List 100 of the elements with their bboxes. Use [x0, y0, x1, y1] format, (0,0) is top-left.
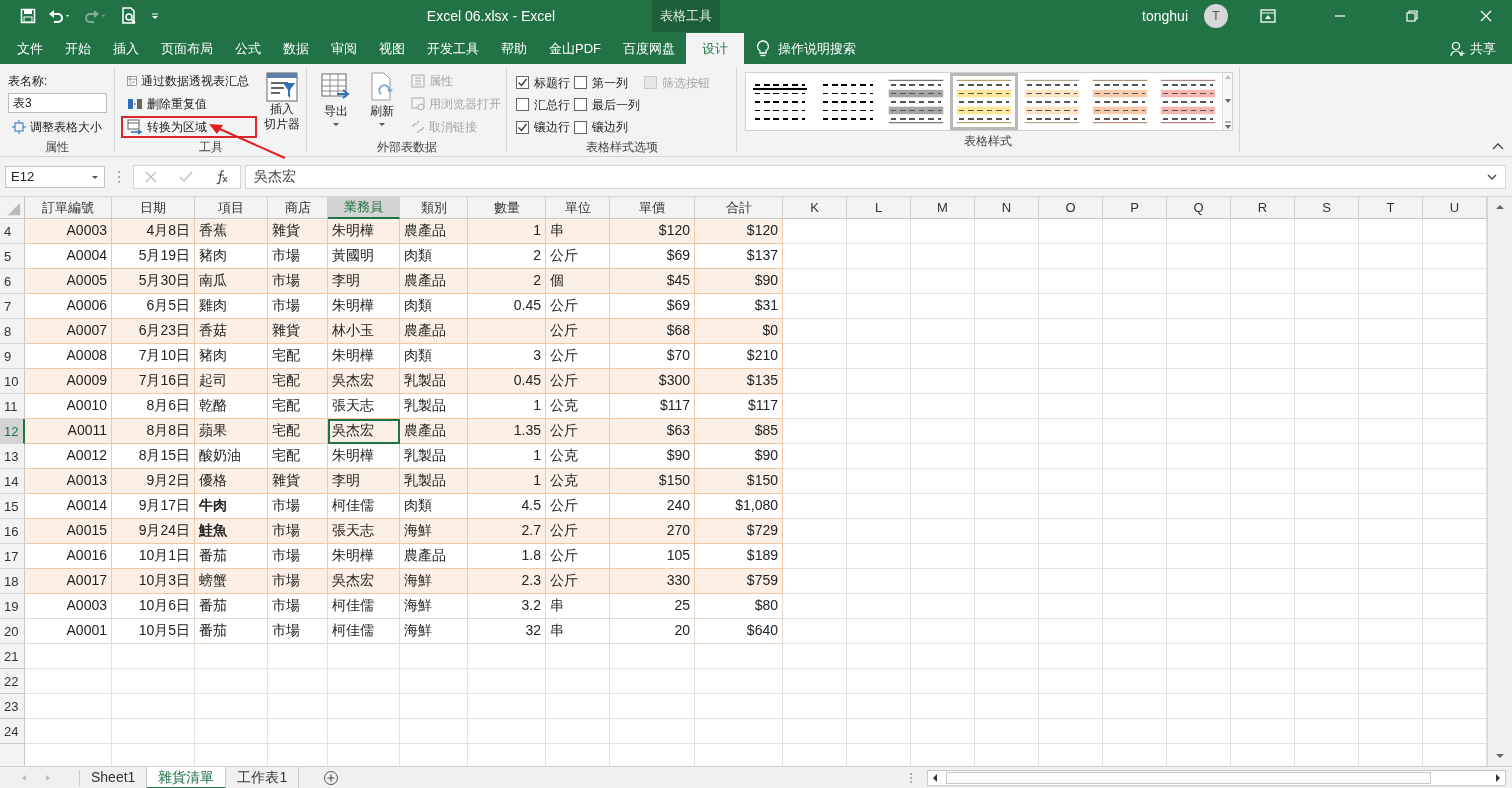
empty-cell[interactable]	[468, 644, 546, 669]
empty-cell[interactable]	[112, 669, 195, 694]
empty-cell[interactable]	[783, 644, 847, 669]
next-sheet-icon[interactable]	[44, 773, 52, 782]
empty-cell[interactable]	[1359, 694, 1423, 719]
empty-cell[interactable]	[1103, 694, 1167, 719]
empty-cell[interactable]	[546, 669, 610, 694]
drag-handle-icon[interactable]	[117, 169, 121, 184]
ribbon-tab[interactable]: 插入	[102, 33, 150, 64]
empty-cell[interactable]	[783, 694, 847, 719]
column-header[interactable]: 單位	[546, 197, 610, 219]
empty-cell[interactable]	[268, 644, 328, 669]
empty-cell[interactable]	[1039, 644, 1103, 669]
ribbon-tab[interactable]: 审阅	[320, 33, 368, 64]
row-header[interactable]: 21	[0, 644, 25, 669]
scroll-down-icon[interactable]	[1223, 97, 1232, 105]
ribbon-button[interactable]: 导出	[315, 68, 357, 138]
ribbon-button[interactable]: 刷新	[361, 68, 403, 138]
empty-cell[interactable]	[546, 719, 610, 744]
empty-cell[interactable]	[400, 694, 468, 719]
empty-cell[interactable]	[1103, 644, 1167, 669]
ribbon-tab[interactable]: 金山PDF	[538, 33, 612, 64]
empty-cell[interactable]	[1039, 669, 1103, 694]
redo-icon[interactable]	[84, 8, 108, 24]
ribbon-button[interactable]: 通过数据透视表汇总	[121, 70, 255, 92]
column-header[interactable]: L	[847, 197, 911, 219]
row-header[interactable]: 13	[0, 444, 25, 469]
empty-cell[interactable]	[112, 694, 195, 719]
expand-icon[interactable]	[1487, 172, 1497, 181]
empty-cell[interactable]	[610, 669, 695, 694]
empty-cell[interactable]	[328, 694, 400, 719]
row-header[interactable]: 15	[0, 494, 25, 519]
empty-cell[interactable]	[975, 719, 1039, 744]
checkbox[interactable]: 汇总行	[516, 93, 570, 117]
empty-cell[interactable]	[1231, 644, 1295, 669]
empty-cell[interactable]	[911, 719, 975, 744]
empty-cell[interactable]	[546, 644, 610, 669]
empty-cell[interactable]	[1231, 694, 1295, 719]
empty-cell[interactable]	[268, 694, 328, 719]
customize-menu-icon[interactable]	[150, 11, 160, 21]
row-header[interactable]: 4	[0, 219, 25, 244]
empty-cell[interactable]	[975, 694, 1039, 719]
more-icon[interactable]	[1223, 121, 1232, 130]
checkbox[interactable]: 第一列	[574, 71, 640, 94]
row-header[interactable]: 18	[0, 569, 25, 594]
empty-cell[interactable]	[911, 694, 975, 719]
checkbox[interactable]: 镶边列	[574, 115, 640, 139]
empty-cell[interactable]	[1359, 669, 1423, 694]
empty-cell[interactable]	[400, 669, 468, 694]
empty-cell[interactable]	[1103, 669, 1167, 694]
empty-cell[interactable]	[268, 669, 328, 694]
undo-icon[interactable]	[48, 8, 72, 24]
select-all-corner[interactable]	[0, 197, 25, 219]
row-header[interactable]: 23	[0, 694, 25, 719]
column-header[interactable]: 項目	[195, 197, 268, 219]
row-header[interactable]: 12	[0, 419, 25, 444]
empty-cell[interactable]	[783, 719, 847, 744]
formula-input[interactable]: 吳杰宏	[245, 164, 1506, 189]
empty-cell[interactable]	[1295, 694, 1359, 719]
ribbon-button[interactable]: 删除重复值	[121, 93, 255, 115]
column-header[interactable]: 商店	[268, 197, 328, 219]
empty-cell[interactable]	[610, 694, 695, 719]
column-header[interactable]: Q	[1167, 197, 1231, 219]
sheet-tab[interactable]: 雜貨清單	[147, 766, 227, 788]
empty-cell[interactable]	[695, 644, 783, 669]
row-header[interactable]: 10	[0, 369, 25, 394]
row-header[interactable]: 14	[0, 469, 25, 494]
column-header[interactable]: 單價	[610, 197, 695, 219]
checkbox[interactable]: 最后一列	[574, 93, 640, 117]
empty-cell[interactable]	[847, 669, 911, 694]
empty-cell[interactable]	[1039, 719, 1103, 744]
row-header[interactable]: 20	[0, 619, 25, 644]
column-header[interactable]: O	[1039, 197, 1103, 219]
empty-cell[interactable]	[975, 644, 1039, 669]
cancel-icon[interactable]	[144, 169, 159, 184]
empty-cell[interactable]	[695, 669, 783, 694]
empty-cell[interactable]	[468, 669, 546, 694]
close-icon[interactable]	[1480, 10, 1492, 22]
empty-cell[interactable]	[1103, 719, 1167, 744]
ribbon-button[interactable]: 转换为区域	[121, 116, 257, 138]
row-header[interactable]: 19	[0, 594, 25, 619]
empty-cell[interactable]	[911, 644, 975, 669]
column-header[interactable]: 訂單編號	[25, 197, 112, 219]
row-header[interactable]: 8	[0, 319, 25, 344]
ribbon-tab[interactable]: 视图	[368, 33, 416, 64]
empty-cell[interactable]	[1231, 669, 1295, 694]
empty-cell[interactable]	[1359, 719, 1423, 744]
ribbon-tab[interactable]: 页面布局	[150, 33, 224, 64]
row-header[interactable]: 16	[0, 519, 25, 544]
tell-me-search[interactable]: 操作说明搜索	[778, 38, 856, 59]
insert-slicer-button[interactable]: 插入 切片器	[259, 68, 305, 138]
ribbon-tab[interactable]: 开发工具	[416, 33, 490, 64]
empty-cell[interactable]	[195, 669, 268, 694]
empty-cell[interactable]	[783, 669, 847, 694]
function-icon[interactable]	[213, 168, 230, 185]
restore-icon[interactable]	[1406, 10, 1418, 22]
sheet-tab[interactable]: 工作表1	[226, 766, 300, 788]
empty-cell[interactable]	[1231, 719, 1295, 744]
empty-cell[interactable]	[328, 719, 400, 744]
empty-cell[interactable]	[695, 694, 783, 719]
